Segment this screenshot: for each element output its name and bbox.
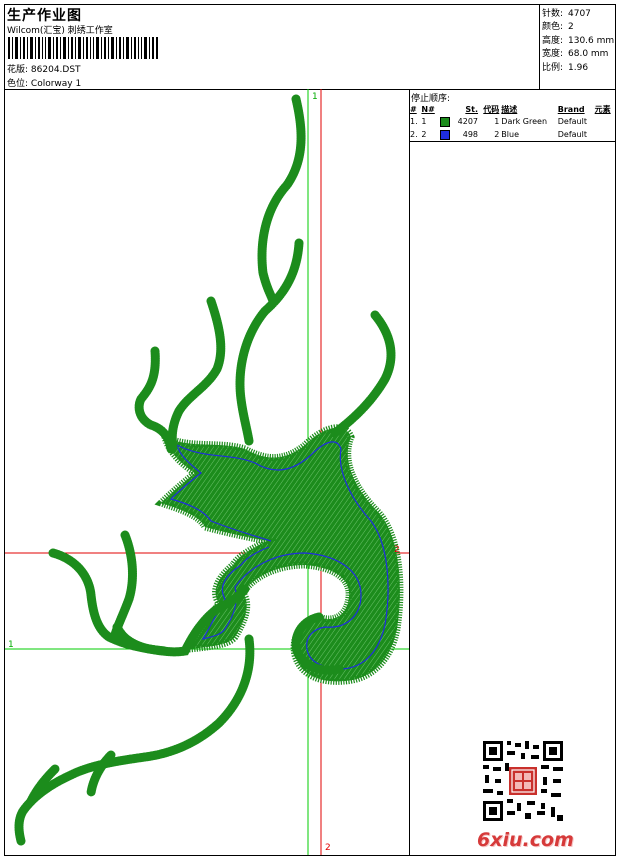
col-element: 元素 <box>594 104 611 114</box>
sheet-title: 生产作业图 <box>7 8 82 24</box>
production-sheet: 生产作业图 Wilcom(汇宝) 刺绣工作室 花版: 86204.DST 色位:… <box>4 4 616 856</box>
stat-label: 颜色: <box>542 22 564 32</box>
table-row[interactable]: 1. 1 4207 1 Dark Green Default <box>409 115 615 128</box>
stat-value: 130.6 mm <box>568 36 615 46</box>
row-brand: Default <box>557 130 587 139</box>
design-stats: 针数: 4707 颜色: 2 高度: 130.6 mm 宽度: 68.0 mm 比例: 1… <box>539 5 616 89</box>
seal-stamp-icon <box>509 767 537 795</box>
row-description: Blue <box>501 130 519 139</box>
col-needle: N# <box>421 104 435 114</box>
col-stitches: St. <box>465 104 479 114</box>
colorway-line: 色位: Colorway 1 <box>7 76 81 89</box>
row-needle: 2 <box>421 130 427 139</box>
stat-label: 比例: <box>542 63 564 73</box>
stat-label: 针数: <box>542 9 564 19</box>
row-description: Dark Green <box>501 117 548 126</box>
color-table: # N# St. 代码 描述 Brand 元素 1. 1 4207 1 Dark… <box>409 103 615 141</box>
software-subtitle: Wilcom(汇宝) 刺绣工作室 <box>7 26 113 36</box>
stat-colors: 颜色: 2 <box>542 19 574 32</box>
row-index: 2. <box>410 130 418 139</box>
table-row[interactable]: 2. 2 498 2 Blue Default <box>409 128 615 141</box>
row-stitches: 498 <box>462 130 479 139</box>
design-preview[interactable]: 1 1 2 2 <box>5 89 410 855</box>
table-divider <box>409 141 615 142</box>
stat-scale: 比例: 1.96 <box>542 60 588 73</box>
color-swatch-green <box>439 116 450 127</box>
col-description: 描述 <box>501 104 518 114</box>
barcode-icon <box>8 37 158 59</box>
stat-value: 2 <box>568 22 574 32</box>
colorway-label: 色位: <box>7 79 29 89</box>
row-code: 2 <box>494 130 500 139</box>
color-swatch-blue <box>439 129 450 140</box>
row-code: 1 <box>494 117 500 126</box>
colorway-name: Colorway 1 <box>30 79 82 89</box>
embroidery-design <box>5 89 409 855</box>
red-marker-right: 2 <box>394 545 400 555</box>
stop-sequence-panel: 停止顺序: # N# St. 代码 描述 Brand 元素 1. 1 4207 … <box>409 89 615 855</box>
stat-value: 1.96 <box>568 63 589 73</box>
stat-label: 高度: <box>542 36 564 46</box>
col-swatch <box>439 103 453 115</box>
row-stitches: 4207 <box>457 117 479 126</box>
stitch-fill-main <box>154 424 404 685</box>
col-brand: Brand <box>557 104 585 114</box>
color-table-header: # N# St. 代码 描述 Brand 元素 <box>409 103 615 115</box>
col-code: 代码 <box>483 104 500 114</box>
row-element <box>594 128 615 141</box>
design-file-line: 花版: 86204.DST <box>7 62 81 75</box>
stat-label: 宽度: <box>542 49 564 59</box>
col-index: # <box>410 104 417 114</box>
stat-value: 4707 <box>568 9 591 19</box>
sheet-header: 生产作业图 Wilcom(汇宝) 刺绣工作室 花版: 86204.DST 色位:… <box>5 5 615 90</box>
green-marker-left: 1 <box>8 640 14 650</box>
row-needle: 1 <box>421 117 427 126</box>
header-info: 生产作业图 Wilcom(汇宝) 刺绣工作室 花版: 86204.DST 色位:… <box>5 5 539 89</box>
stat-height: 高度: 130.6 mm <box>542 33 614 46</box>
stat-stitches: 针数: 4707 <box>542 6 591 19</box>
stat-value: 68.0 mm <box>568 49 609 59</box>
green-marker-top: 1 <box>312 92 318 102</box>
row-element <box>594 115 615 128</box>
watermark-site: 6xiu.com <box>477 829 574 851</box>
qr-code-icon <box>481 739 565 823</box>
design-file-label: 花版: <box>7 65 29 75</box>
stat-width: 宽度: 68.0 mm <box>542 46 608 59</box>
design-file-name: 86204.DST <box>30 65 81 75</box>
row-index: 1. <box>410 117 418 126</box>
row-brand: Default <box>557 117 587 126</box>
red-marker-bottom: 2 <box>325 843 331 853</box>
